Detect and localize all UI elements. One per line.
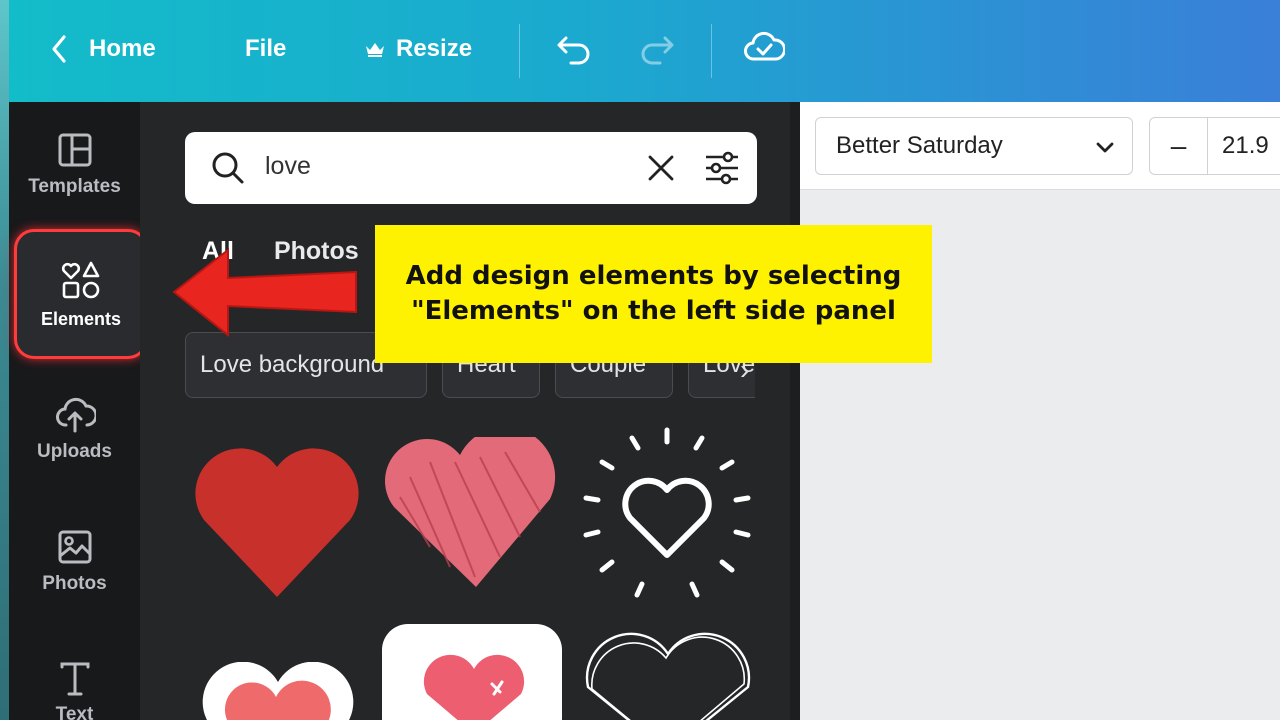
rail-label: Templates bbox=[28, 176, 121, 197]
rail-item-templates[interactable]: Templates bbox=[9, 132, 140, 198]
rail-label: Text bbox=[55, 704, 94, 720]
resize-label: Resize bbox=[396, 35, 473, 62]
text-icon bbox=[60, 662, 89, 696]
result-outline-heart[interactable] bbox=[576, 632, 758, 720]
window-edge bbox=[0, 0, 9, 720]
result-radiating-heart[interactable] bbox=[572, 420, 762, 610]
font-name: Better Saturday bbox=[836, 132, 1003, 159]
result-heart-sticker[interactable] bbox=[382, 624, 562, 720]
undo-icon bbox=[557, 36, 590, 65]
rail-item-text[interactable]: Text bbox=[9, 662, 140, 720]
save-status-button[interactable] bbox=[743, 28, 786, 73]
callout-line-2: "Elements" on the left side panel bbox=[411, 296, 896, 326]
design-canvas-area[interactable] bbox=[800, 102, 1280, 720]
rail-item-elements[interactable]: Elements bbox=[14, 229, 148, 359]
font-size-stepper: – 21.9 bbox=[1149, 117, 1280, 175]
templates-icon bbox=[58, 133, 91, 167]
annotation-arrow bbox=[172, 247, 357, 338]
rail-label: Uploads bbox=[37, 441, 112, 462]
image-icon bbox=[58, 530, 91, 564]
top-bar: Home File Resize bbox=[9, 0, 1280, 102]
divider bbox=[711, 24, 712, 78]
decrease-size-button[interactable]: – bbox=[1150, 118, 1208, 174]
back-chevron-icon bbox=[52, 35, 66, 63]
result-sketch-heart[interactable] bbox=[380, 437, 562, 597]
search-bar[interactable]: love bbox=[185, 132, 757, 204]
home-label: Home bbox=[89, 35, 156, 62]
chevron-down-icon bbox=[1096, 142, 1114, 153]
cloud-check-icon bbox=[744, 31, 786, 61]
side-rail: Templates Elements Uploads Photos Text bbox=[9, 102, 148, 720]
upload-cloud-icon bbox=[55, 397, 96, 433]
filter-icon[interactable] bbox=[702, 148, 742, 188]
result-double-heart-sticker[interactable] bbox=[188, 662, 368, 720]
font-family-dropdown[interactable]: Better Saturday bbox=[815, 117, 1133, 175]
crown-icon bbox=[366, 43, 384, 57]
callout-line-1: Add design elements by selecting bbox=[405, 260, 902, 291]
text-properties-toolbar: Better Saturday – 21.9 bbox=[800, 102, 1280, 190]
file-label: File bbox=[245, 35, 287, 62]
home-button[interactable]: Home bbox=[51, 30, 156, 68]
redo-icon bbox=[641, 36, 674, 65]
divider bbox=[519, 24, 520, 78]
resize-button[interactable]: Resize bbox=[364, 30, 472, 68]
clear-icon[interactable] bbox=[645, 152, 677, 184]
search-input[interactable]: love bbox=[265, 152, 311, 181]
elements-icon bbox=[61, 261, 100, 298]
file-menu-button[interactable]: File bbox=[245, 30, 286, 68]
elements-panel: love All Photos Love background Heart Co… bbox=[140, 102, 800, 720]
search-icon bbox=[212, 152, 244, 184]
rail-label: Elements bbox=[40, 308, 122, 329]
rail-item-photos[interactable]: Photos bbox=[9, 529, 140, 595]
result-red-heart[interactable] bbox=[192, 442, 362, 602]
panel-scrollbar[interactable] bbox=[790, 102, 800, 720]
undo-button[interactable] bbox=[554, 28, 594, 73]
font-size-input[interactable]: 21.9 bbox=[1208, 118, 1269, 174]
rail-label: Photos bbox=[42, 573, 107, 594]
annotation-callout: Add design elements by selecting "Elemen… bbox=[375, 225, 932, 363]
redo-button[interactable] bbox=[637, 28, 677, 73]
rail-item-uploads[interactable]: Uploads bbox=[9, 397, 140, 463]
